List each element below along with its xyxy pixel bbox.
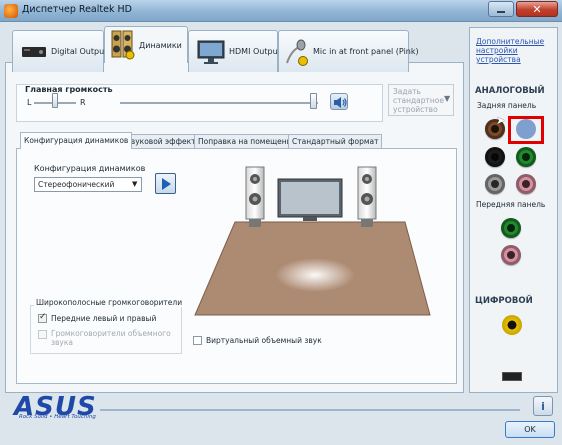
digital-output-icon — [22, 46, 46, 57]
jack-rear-pink[interactable] — [516, 174, 536, 194]
tab-room-correction[interactable]: Поправка на помещение — [194, 134, 301, 148]
speaker-config-label: Конфигурация динамиков — [34, 164, 146, 173]
monitor-illustration-icon — [277, 178, 343, 221]
optical-output-icon[interactable] — [502, 315, 522, 335]
tab-label: Динамики — [139, 40, 182, 50]
master-volume-label: Главная громкость — [25, 85, 113, 94]
monitor-icon — [197, 40, 225, 64]
virtual-surround-checkbox[interactable] — [193, 336, 202, 345]
cursor-icon: ➤ — [496, 114, 506, 127]
room-illustration — [194, 221, 431, 316]
speaker-volume-icon — [334, 97, 347, 108]
surround-speakers-checkbox[interactable] — [38, 330, 47, 339]
info-button[interactable]: i — [533, 396, 553, 416]
close-button[interactable]: ✕ — [516, 1, 558, 17]
jack-front-pink[interactable] — [501, 245, 521, 265]
tab-speaker-config[interactable]: Конфигурация динамиков — [20, 132, 133, 149]
window-title: Диспетчер Realtek HD — [22, 4, 132, 15]
virtual-surround-label: Виртуальный объемный звук — [206, 336, 322, 345]
advanced-device-settings-link[interactable]: Дополнительные настройки устройства — [476, 37, 556, 64]
mute-button[interactable] — [330, 93, 348, 110]
balance-left-label: L — [27, 98, 32, 107]
tab-hdmi-output[interactable]: HDMI Output — [188, 30, 281, 72]
volume-slider-track[interactable] — [120, 102, 318, 104]
right-speaker-icon[interactable] — [357, 166, 377, 230]
balance-slider-thumb[interactable] — [52, 93, 58, 108]
front-lr-checkbox[interactable] — [38, 312, 47, 323]
analog-section-title: АНАЛОГОВЫЙ — [475, 86, 545, 96]
realtek-app-icon — [4, 4, 18, 18]
balance-right-label: R — [80, 98, 86, 107]
highlight-box — [508, 116, 544, 144]
left-speaker-icon[interactable] — [245, 166, 265, 230]
jack-rear-green[interactable] — [516, 147, 536, 167]
front-panel-label: Передняя панель — [476, 200, 546, 209]
chevron-down-icon[interactable]: ▼ — [444, 94, 450, 103]
surround-speakers-label: Громкоговорители объемного звука — [51, 329, 171, 347]
speakers-icon — [111, 30, 135, 60]
ok-button[interactable]: OK — [505, 421, 555, 438]
speaker-config-select[interactable]: Стереофонический — [34, 177, 142, 192]
wideband-speakers-title: Широкополосные громкоговорители — [34, 298, 185, 307]
chevron-down-icon[interactable]: ▼ — [132, 180, 137, 188]
tab-digital-output[interactable]: Digital Output — [12, 30, 108, 72]
play-test-button[interactable] — [155, 173, 176, 194]
connector-panel — [469, 27, 558, 393]
tab-label: Mic in at front panel (Pink) — [313, 47, 419, 56]
tab-default-format[interactable]: Стандартный формат — [288, 134, 383, 148]
tab-sound-effect[interactable]: Звуковой эффект — [122, 134, 200, 148]
volume-slider-thumb[interactable] — [310, 93, 318, 109]
digital-section-title: ЦИФРОВОЙ — [475, 296, 533, 306]
jack-rear-black[interactable] — [485, 147, 505, 167]
asus-tagline: Rock Solid • Heart Touching — [19, 414, 96, 420]
footer-divider — [100, 409, 520, 411]
tab-mic-front-panel[interactable]: Mic in at front panel (Pink) — [278, 30, 419, 72]
tab-label: HDMI Output — [229, 47, 281, 56]
tab-label: Digital Output — [51, 47, 108, 56]
rear-panel-label: Задняя панель — [477, 101, 537, 110]
jack-front-green[interactable] — [501, 218, 521, 238]
tab-speakers[interactable]: Динамики — [104, 26, 188, 63]
spdif-connector-icon[interactable] — [502, 372, 522, 381]
default-device-line3: устройство — [393, 105, 438, 114]
microphone-icon — [286, 39, 308, 66]
minimize-button[interactable] — [488, 1, 514, 17]
jack-rear-gray[interactable] — [485, 174, 505, 194]
front-lr-label: Передние левый и правый — [51, 314, 157, 323]
